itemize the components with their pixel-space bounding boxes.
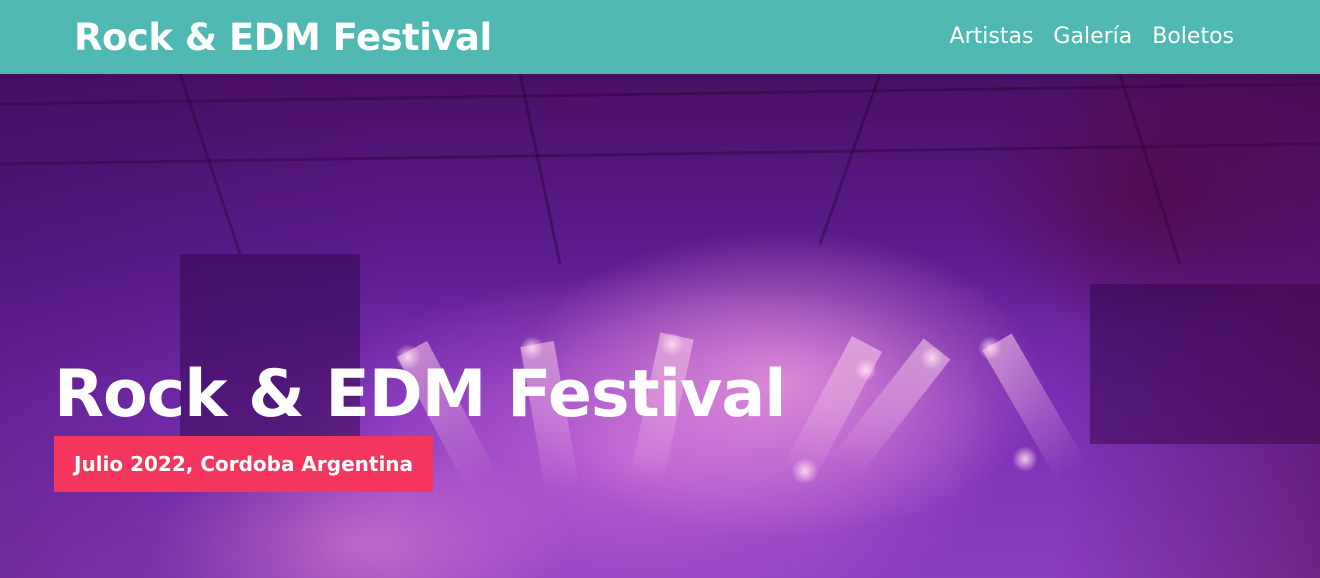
site-header: Rock & EDM Festival Artistas Galería Bol…	[0, 0, 1320, 74]
nav-link-artistas[interactable]: Artistas	[950, 26, 1034, 48]
nav-link-galeria[interactable]: Galería	[1053, 26, 1132, 48]
main-nav: Artistas Galería Boletos	[950, 26, 1234, 48]
hero-background-image	[0, 74, 1320, 578]
hero-section: Rock & EDM Festival Julio 2022, Cordoba …	[0, 74, 1320, 578]
site-title-link[interactable]: Rock & EDM Festival	[74, 19, 492, 56]
nav-link-boletos[interactable]: Boletos	[1152, 26, 1234, 48]
event-date-badge: Julio 2022, Cordoba Argentina	[54, 436, 434, 492]
hero-title: Rock & EDM Festival	[54, 357, 786, 432]
